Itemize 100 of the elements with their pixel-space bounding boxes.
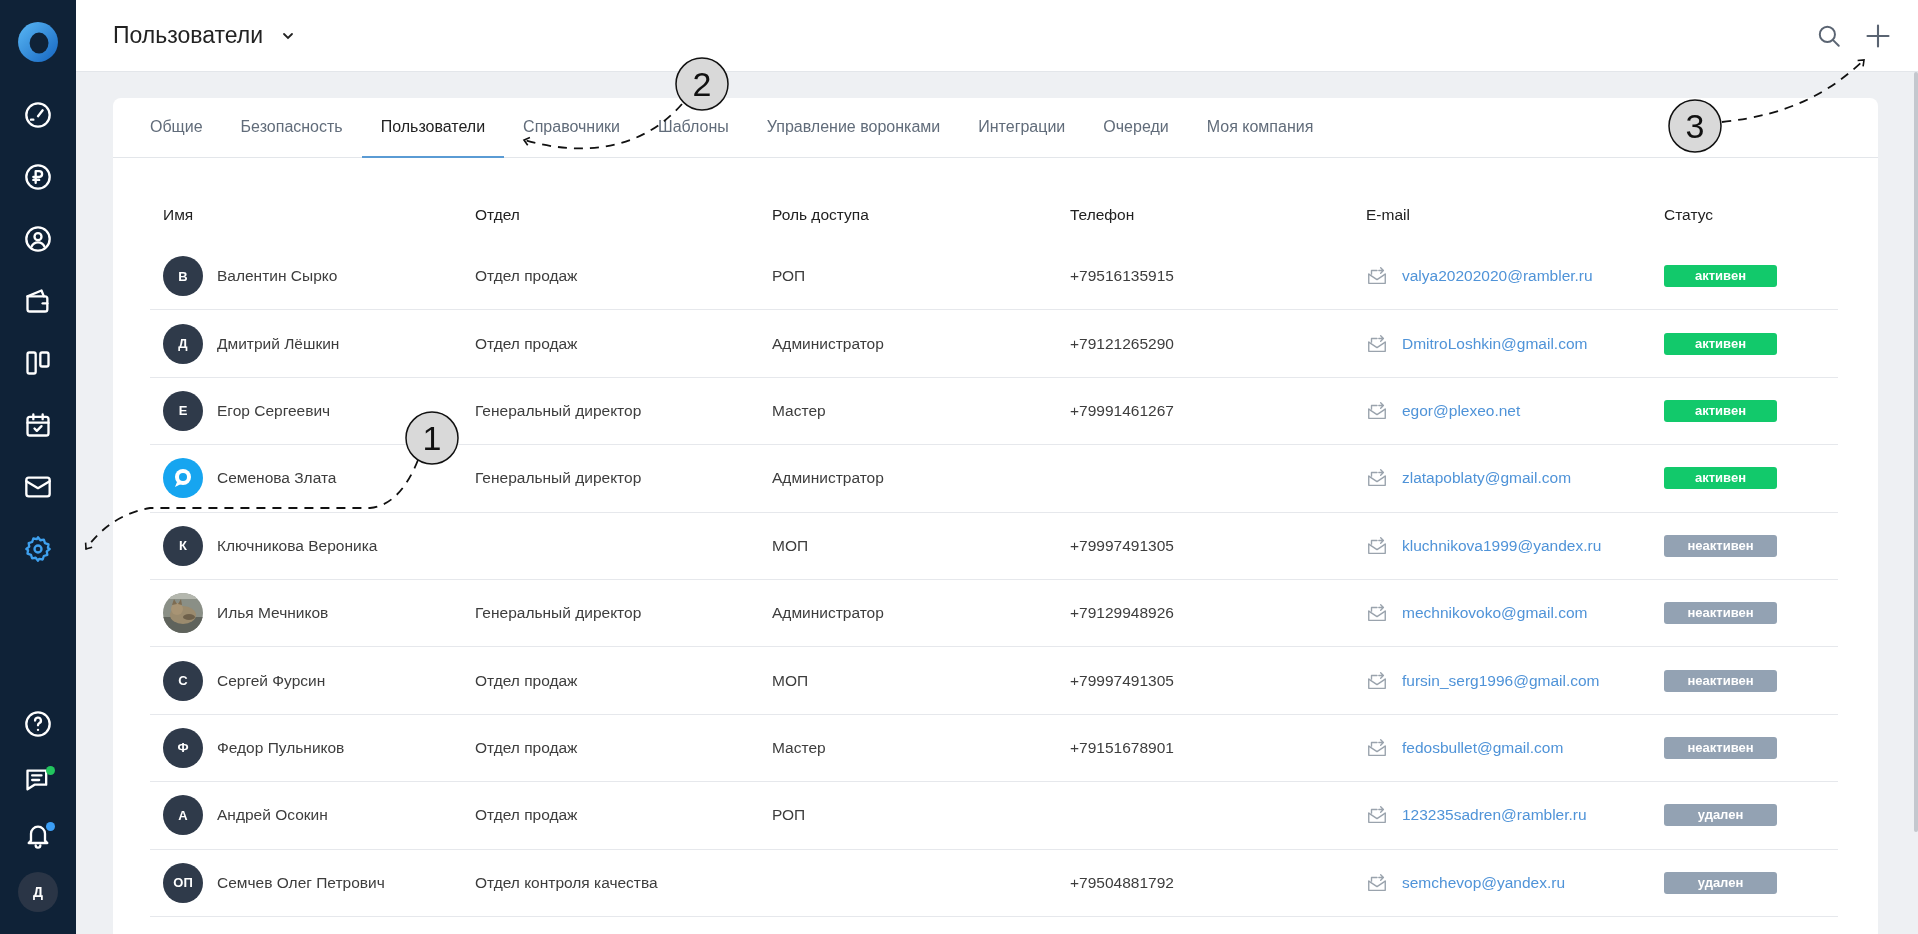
status-badge: активен — [1664, 467, 1777, 490]
department: Отдел продаж — [475, 738, 578, 757]
column-header: Статус — [1664, 205, 1714, 224]
role: Мастер — [772, 401, 826, 420]
user-name[interactable]: Дмитрий Лёшкин — [217, 334, 340, 353]
department: Отдел продаж — [475, 267, 578, 286]
phone: +79991461267 — [1070, 401, 1174, 420]
scrollbar[interactable] — [1914, 72, 1918, 832]
mail-tray-icon[interactable] — [1366, 871, 1388, 894]
department: Генеральный директор — [475, 604, 642, 623]
status-badge: активен — [1664, 332, 1777, 355]
user-name[interactable]: Федор Пульников — [217, 738, 345, 757]
phone: +79504881792 — [1070, 873, 1174, 892]
settings-icon[interactable] — [24, 535, 52, 563]
phone: +79121265290 — [1070, 334, 1174, 353]
column-header: Отдел — [475, 205, 521, 224]
role: МОП — [772, 671, 809, 690]
columns-icon[interactable] — [24, 349, 52, 377]
status-badge: неактивен — [1664, 602, 1777, 625]
department: Отдел продаж — [475, 334, 578, 353]
status-badge: неактивен — [1664, 534, 1777, 557]
avatar: Е — [163, 390, 203, 431]
email-link[interactable]: kluchnikova1999@yandex.ru — [1402, 536, 1602, 555]
email-link[interactable]: zlatapoblaty@gmail.com — [1402, 469, 1572, 488]
avatar: А — [163, 795, 203, 836]
status-badge: удален — [1664, 871, 1777, 894]
mail-tray-icon[interactable] — [1366, 534, 1388, 557]
tab[interactable]: Очереди — [1084, 98, 1188, 158]
phone: +79997491305 — [1070, 536, 1174, 555]
status-badge: активен — [1664, 399, 1777, 422]
user-name[interactable]: Сергей Фурсин — [217, 671, 326, 690]
department: Генеральный директор — [475, 469, 642, 488]
email-link[interactable]: semchevop@yandex.ru — [1402, 873, 1566, 892]
tab[interactable]: Пользователи — [361, 98, 505, 158]
avatar: К — [163, 525, 203, 566]
role: РОП — [772, 267, 806, 286]
user-name[interactable]: Семенова Злата — [217, 469, 337, 488]
mail-tray-icon[interactable] — [1366, 736, 1388, 759]
user-name[interactable]: Ключникова Вероника — [217, 536, 378, 555]
user-name[interactable]: Егор Сергеевич — [217, 401, 331, 420]
status-badge: неактивен — [1664, 669, 1777, 692]
user-name[interactable]: Валентин Сырко — [217, 267, 338, 286]
tab[interactable]: Интеграции — [959, 98, 1085, 158]
department: Отдел контроля качества — [475, 873, 658, 892]
column-header: Телефон — [1070, 205, 1136, 224]
phone: +79516135915 — [1070, 267, 1174, 286]
avatar: В — [163, 256, 203, 297]
department: Генеральный директор — [475, 401, 642, 420]
wallet-icon[interactable] — [24, 287, 52, 315]
role: Администратор — [772, 334, 884, 353]
calendar-icon[interactable] — [24, 411, 52, 439]
column-header: E-mail — [1366, 205, 1411, 224]
avatar: ОП — [163, 862, 203, 903]
status-badge: неактивен — [1664, 736, 1777, 759]
phone: +79151678901 — [1070, 738, 1174, 757]
status-badge: удален — [1664, 804, 1777, 827]
email-link[interactable]: mechnikovoko@gmail.com — [1402, 604, 1588, 623]
tab[interactable]: Моя компания — [1187, 98, 1333, 158]
avatar: Ф — [163, 727, 203, 768]
user-name[interactable]: Илья Мечников — [217, 604, 329, 623]
role: МОП — [772, 536, 809, 555]
logo-icon[interactable] — [17, 21, 59, 63]
column-header: Имя — [163, 205, 195, 224]
avatar: С — [163, 660, 203, 701]
role: Администратор — [772, 469, 884, 488]
user-name[interactable]: Андрей Осокин — [217, 806, 328, 825]
role: РОП — [772, 806, 806, 825]
email-link[interactable]: fursin_serg1996@gmail.com — [1402, 671, 1600, 690]
email-link[interactable]: 123235sadren@rambler.ru — [1402, 806, 1587, 825]
page-title: Пользователи — [113, 22, 264, 49]
callout-number: 1 — [405, 411, 459, 465]
role: Мастер — [772, 738, 826, 757]
status-badge: активен — [1664, 265, 1777, 288]
department: Отдел продаж — [475, 671, 578, 690]
help-icon[interactable] — [24, 710, 52, 738]
tab[interactable]: Безопасность — [221, 98, 362, 158]
email-link[interactable]: valya20202020@rambler.ru — [1402, 267, 1593, 286]
tab[interactable]: Справочники — [504, 98, 640, 158]
email-link[interactable]: fedosbullet@gmail.com — [1402, 738, 1564, 757]
callout-number: 3 — [1668, 99, 1722, 153]
gauge-icon[interactable] — [24, 101, 52, 129]
role: Администратор — [772, 604, 884, 623]
mail-tray-icon[interactable] — [1366, 399, 1388, 422]
phone: +79997491305 — [1070, 671, 1174, 690]
tab[interactable]: Общие — [131, 98, 222, 158]
user-avatar[interactable]: Д — [18, 872, 58, 912]
callout-number: 2 — [675, 57, 729, 111]
column-header: Роль доступа — [772, 205, 870, 224]
email-link[interactable]: DmitroLoshkin@gmail.com — [1402, 334, 1588, 353]
mail-tray-icon[interactable] — [1366, 332, 1388, 355]
mail-tray-icon[interactable] — [1366, 669, 1388, 692]
department: Отдел продаж — [475, 806, 578, 825]
ruble-icon[interactable] — [24, 163, 52, 191]
user-name[interactable]: Семчев Олег Петрович — [217, 873, 385, 892]
email-link[interactable]: egor@plexeo.net — [1402, 401, 1521, 420]
tab[interactable]: Управление воронками — [747, 98, 960, 158]
phone: +79129948926 — [1070, 604, 1174, 623]
user-icon[interactable] — [24, 225, 52, 253]
ring-avatar-icon — [163, 458, 203, 499]
avatar: Д — [163, 323, 203, 364]
